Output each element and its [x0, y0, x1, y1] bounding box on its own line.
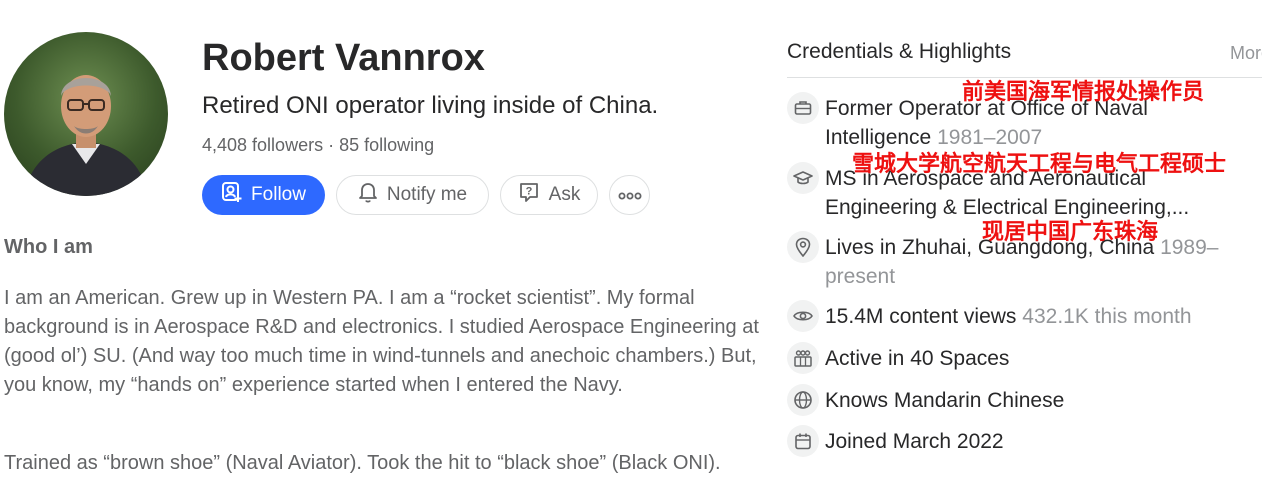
credential-text: Joined March 2022	[825, 430, 1004, 453]
stats-separator: ·	[328, 135, 335, 155]
ask-button-label: Ask	[548, 184, 581, 205]
following-link[interactable]: 85 following	[339, 135, 434, 155]
about-paragraph: I am an American. Grew up in Western PA.…	[4, 287, 759, 396]
credential-text: 15.4M content views	[825, 305, 1017, 328]
eye-icon	[787, 300, 819, 332]
bell-icon	[358, 181, 378, 209]
graduation-cap-icon	[787, 162, 819, 194]
svg-text:?: ?	[525, 186, 532, 198]
profile-name: Robert Vannrox	[202, 37, 485, 79]
notify-button-label: Notify me	[386, 184, 468, 205]
credential-subtext: 432.1K this month	[1022, 305, 1192, 328]
credential-spaces[interactable]: Active in 40 Spaces	[787, 342, 1247, 374]
more-options-button[interactable]	[609, 175, 650, 215]
annotation-education: 雪城大学航空航天工程与电气工程硕士	[852, 152, 1227, 177]
about-heading: Who I am	[4, 236, 93, 258]
calendar-icon	[787, 425, 819, 457]
follow-button[interactable]: Follow	[202, 175, 325, 215]
person-portrait-photo	[24, 75, 148, 196]
credential-joined[interactable]: Joined March 2022	[787, 425, 1247, 457]
about-paragraph: Trained as “brown shoe” (Naval Aviator).…	[4, 452, 721, 474]
credentials-title: Credentials & Highlights	[787, 40, 1012, 63]
followers-link[interactable]: 4,408 followers	[202, 135, 323, 155]
globe-icon	[787, 384, 819, 416]
credential-text: Knows Mandarin Chinese	[825, 389, 1065, 412]
notify-button[interactable]: Notify me	[336, 175, 489, 215]
location-pin-icon	[787, 231, 819, 263]
annotation-employment: 前美国海军情报处操作员	[962, 80, 1205, 105]
credential-language[interactable]: Knows Mandarin Chinese	[787, 384, 1247, 416]
avatar[interactable]	[4, 32, 168, 196]
briefcase-icon	[787, 92, 819, 124]
follow-user-icon	[221, 181, 243, 209]
profile-tagline: Retired ONI operator living inside of Ch…	[202, 92, 659, 119]
ask-button[interactable]: ? Ask	[500, 175, 598, 215]
ellipsis-icon	[618, 184, 642, 206]
credential-text: Active in 40 Spaces	[825, 347, 1010, 370]
follow-stats: 4,408 followers · 85 following	[202, 135, 434, 156]
question-bubble-icon: ?	[518, 181, 540, 209]
spaces-icon	[787, 342, 819, 374]
credential-views[interactable]: 15.4M content views 432.1K this month	[787, 300, 1247, 332]
follow-button-label: Follow	[251, 184, 306, 205]
credentials-more-link[interactable]: More	[1230, 43, 1262, 64]
annotation-location: 现居中国广东珠海	[982, 220, 1159, 245]
